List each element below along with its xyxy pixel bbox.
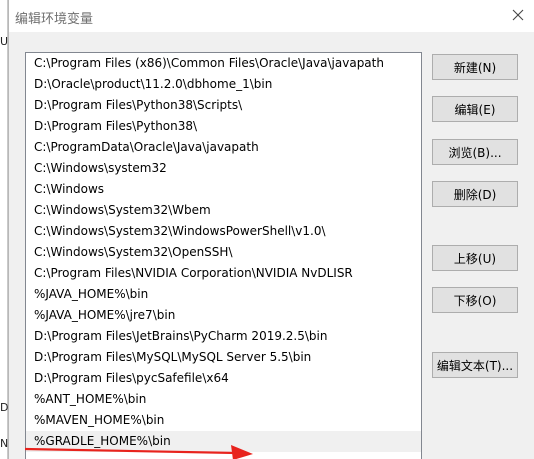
path-list-item[interactable]: D:\Program Files\pycSafefile\x64 — [26, 368, 421, 389]
title-bar[interactable]: 编辑环境变量 — [9, 0, 534, 32]
dialog-title: 编辑环境变量 — [15, 12, 94, 27]
path-list-item[interactable]: D:\Program Files\Python38\ — [26, 116, 421, 137]
close-icon — [512, 9, 524, 21]
path-list-item[interactable]: D:\Oracle\product\11.2.0\dbhome_1\bin — [26, 74, 421, 95]
path-list-item[interactable]: C:\Windows — [26, 179, 421, 200]
browse-button[interactable]: 浏览(B)... — [432, 139, 518, 165]
path-list-item[interactable]: %ANT_HOME%\bin — [26, 389, 421, 410]
path-list-item[interactable]: %JAVA_HOME%\bin — [26, 284, 421, 305]
move-down-button[interactable]: 下移(O) — [432, 287, 518, 313]
path-list-item[interactable]: %MAVEN_HOME%\bin — [26, 410, 421, 431]
delete-button[interactable]: 删除(D) — [432, 181, 518, 207]
path-list-item[interactable]: C:\Windows\System32\WindowsPowerShell\v1… — [26, 221, 421, 242]
close-button[interactable] — [501, 0, 534, 30]
path-list-item[interactable]: C:\Windows\System32\Wbem — [26, 200, 421, 221]
path-list-item[interactable]: %JAVA_HOME%\jre7\bin — [26, 305, 421, 326]
path-list-item[interactable]: D:\Program Files\Python38\Scripts\ — [26, 95, 421, 116]
path-list-item[interactable]: C:\Windows\System32\OpenSSH\ — [26, 242, 421, 263]
path-list-item[interactable]: C:\Program Files (x86)\Common Files\Orac… — [26, 53, 421, 74]
edit-environment-variable-dialog: 编辑环境变量 C:\Program Files (x86)\Common Fil… — [8, 0, 534, 459]
background-window: U D N — [0, 0, 8, 459]
path-list-item[interactable]: C:\Program Files\NVIDIA Corporation\NVID… — [26, 263, 421, 284]
background-glyph: U — [0, 36, 8, 48]
path-list-item[interactable]: D:\Program Files\JetBrains\PyCharm 2019.… — [26, 326, 421, 347]
path-list-item[interactable]: C:\ProgramData\Oracle\Java\javapath — [26, 137, 421, 158]
path-list-item[interactable]: %GRADLE_HOME%\bin — [26, 431, 421, 452]
move-up-button[interactable]: 上移(U) — [432, 245, 518, 271]
path-list-item[interactable]: C:\Windows\system32 — [26, 158, 421, 179]
background-glyph: D — [0, 402, 8, 414]
new-button[interactable]: 新建(N) — [432, 54, 518, 80]
path-listbox[interactable]: C:\Program Files (x86)\Common Files\Orac… — [25, 52, 422, 459]
edit-button[interactable]: 编辑(E) — [432, 96, 518, 122]
background-glyph: N — [0, 438, 8, 450]
path-list-item[interactable]: D:\Program Files\MySQL\MySQL Server 5.5\… — [26, 347, 421, 368]
edit-text-button[interactable]: 编辑文本(T)... — [432, 352, 518, 378]
